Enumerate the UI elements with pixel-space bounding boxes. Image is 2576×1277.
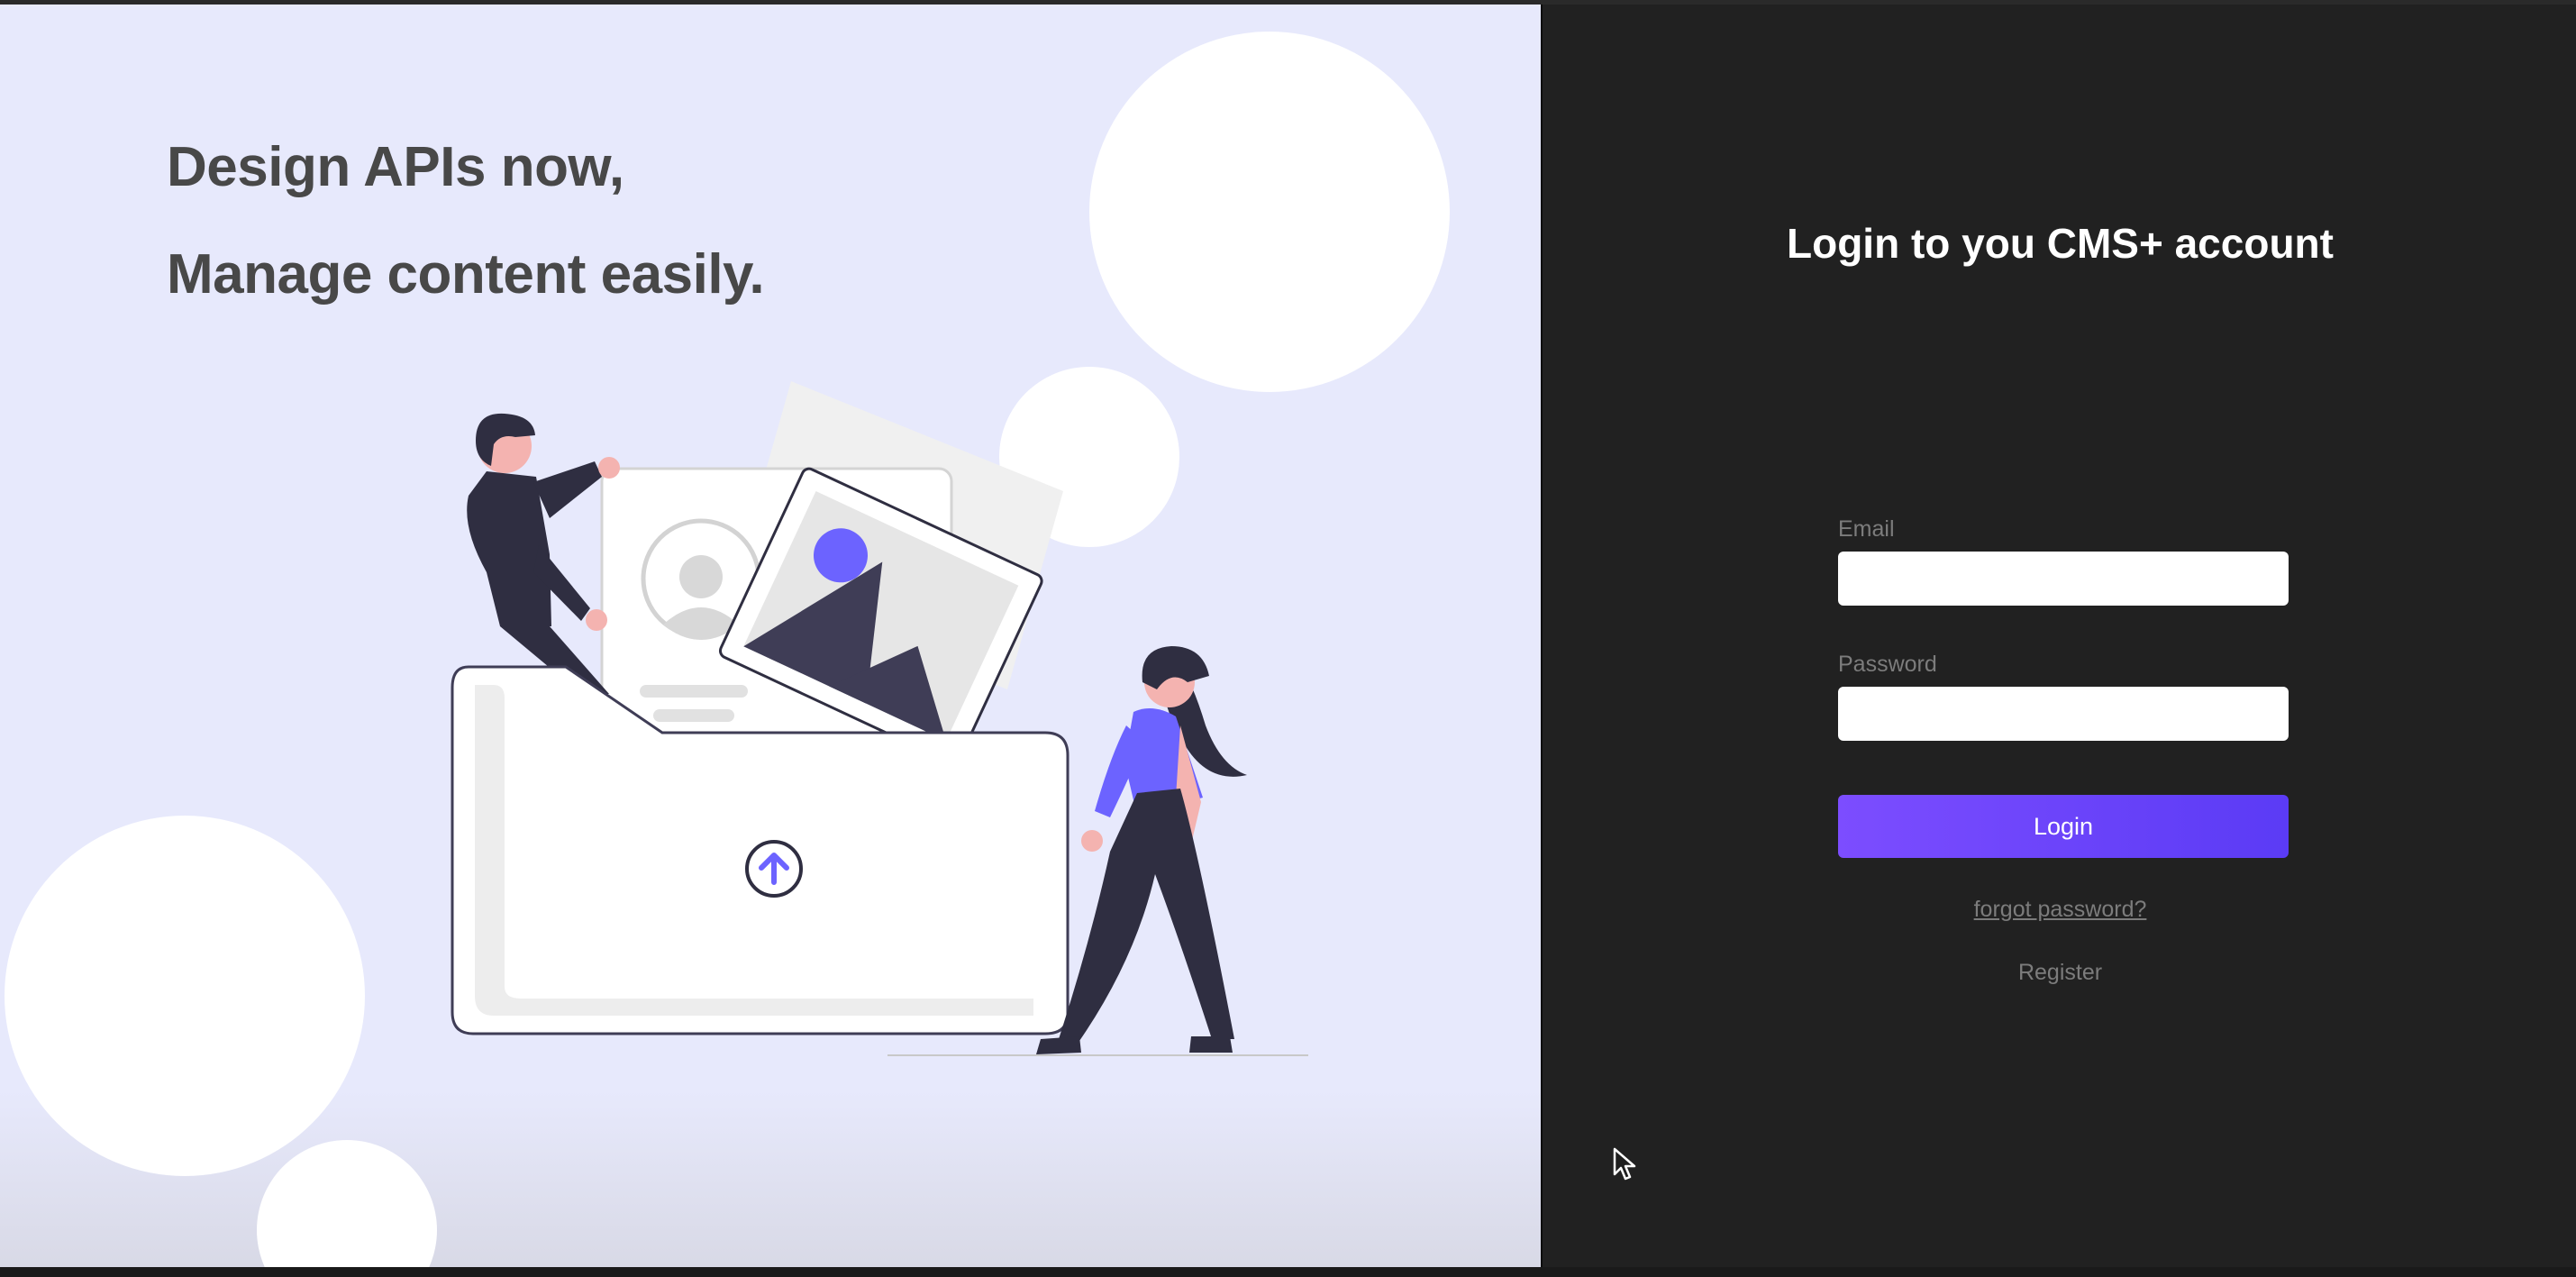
upload-arrow-icon	[745, 840, 803, 898]
password-input[interactable]	[1838, 687, 2289, 741]
login-title: Login to you CMS+ account	[1787, 220, 2334, 267]
screen: Design APIs now, Manage content easily.	[0, 0, 2576, 1277]
email-input[interactable]	[1838, 552, 2289, 606]
hero-panel: Design APIs now, Manage content easily.	[0, 5, 1541, 1267]
mouse-pointer-icon	[1613, 1147, 1636, 1181]
upload-files-illustration	[451, 381, 1308, 1056]
login-panel: Login to you CMS+ account Email Password…	[1541, 5, 2576, 1267]
man-figure	[467, 413, 620, 694]
forgot-password-link[interactable]: forgot password?	[1543, 897, 2576, 923]
window-bottom-edge	[0, 1267, 2576, 1277]
login-button[interactable]: Login	[1838, 795, 2289, 858]
password-label: Password	[1838, 652, 1937, 677]
register-link[interactable]: Register	[1543, 960, 2576, 986]
email-label: Email	[1838, 516, 1895, 542]
